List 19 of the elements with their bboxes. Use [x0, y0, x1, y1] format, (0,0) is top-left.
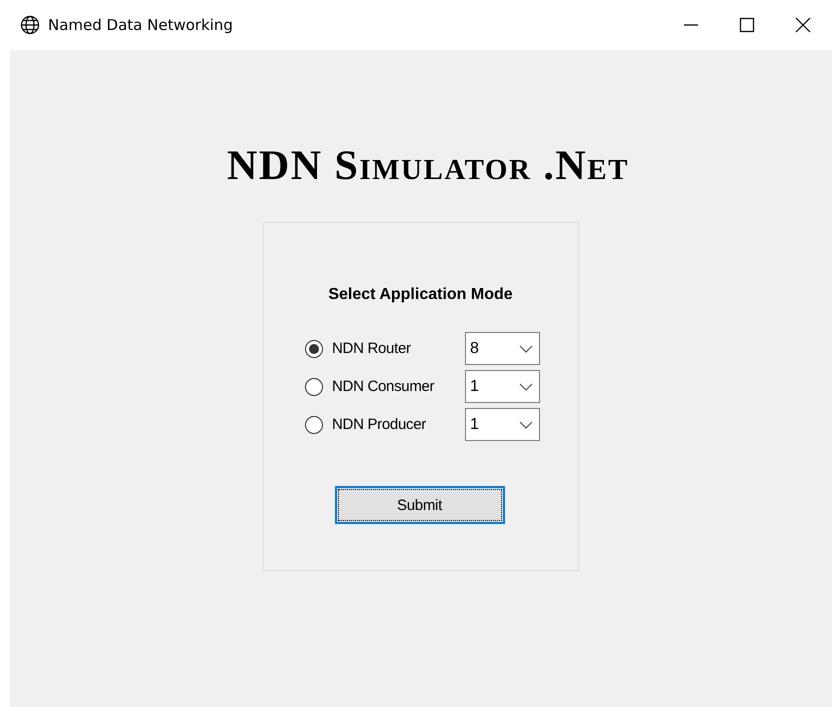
group-title: Select Application Mode [328, 286, 513, 304]
mode-radio-button[interactable]: NDN Router [305, 340, 465, 358]
count-dropdown[interactable]: 1 [465, 370, 540, 403]
count-dropdown[interactable]: 8 [465, 332, 540, 365]
app-heading: NDN Simulator .Net [227, 142, 629, 190]
submit-button[interactable]: Submit [334, 486, 504, 524]
radio-circle-icon[interactable] [305, 378, 323, 396]
globe-icon [20, 15, 40, 35]
chevron-down-icon [519, 344, 533, 352]
window-title: Named Data Networking [48, 16, 233, 34]
chevron-down-icon [519, 382, 533, 390]
radio-circle-icon[interactable] [305, 340, 323, 358]
radio-circle-icon[interactable] [305, 416, 323, 434]
maximize-icon[interactable] [739, 17, 755, 33]
mode-radio-button[interactable]: NDN Producer [305, 416, 465, 434]
close-icon[interactable] [795, 17, 811, 33]
count-dropdown[interactable]: 1 [465, 408, 540, 441]
mode-radio-button[interactable]: NDN Consumer [305, 378, 465, 396]
chevron-down-icon [519, 420, 533, 428]
